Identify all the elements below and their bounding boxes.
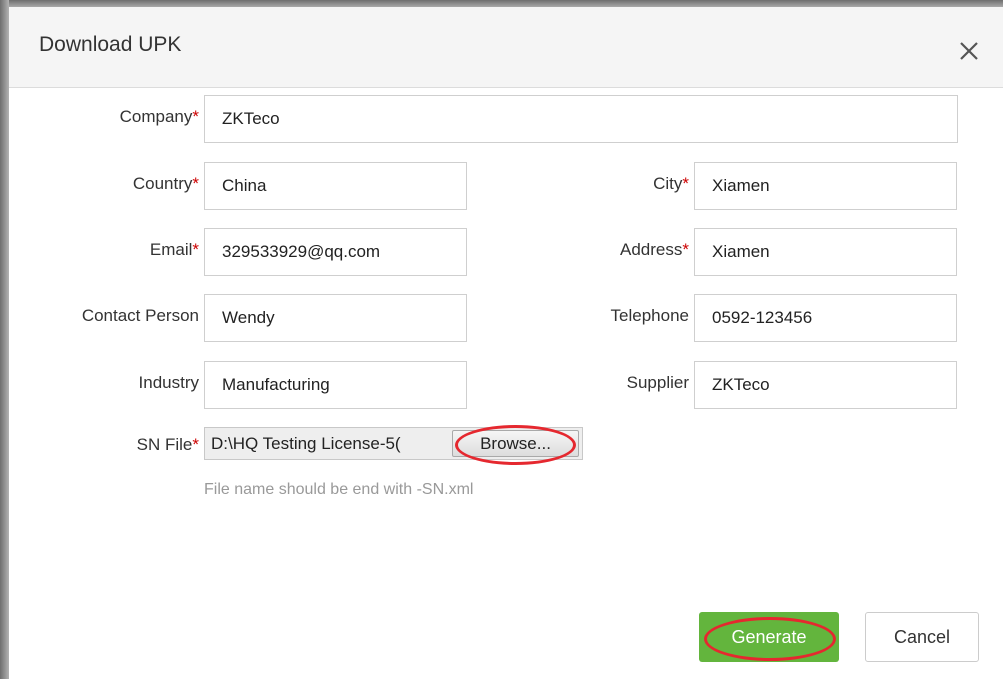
dialog-title: Download UPK [39,33,182,56]
dialog-header: Download UPK [9,7,1003,88]
contact-person-input[interactable]: Wendy [204,294,467,342]
company-label: Company* [119,107,199,126]
required-mark: * [192,240,199,259]
cancel-button[interactable]: Cancel [865,612,979,662]
sn-file-input[interactable]: D:\HQ Testing License-5( Browse... [204,427,583,460]
supplier-input[interactable]: ZKTeco [694,361,957,409]
contact-person-label: Contact Person [81,306,199,325]
window-frame-top [0,0,1003,7]
required-mark: * [192,107,199,126]
supplier-label: Supplier [626,373,689,392]
browse-button[interactable]: Browse... [452,430,579,457]
company-input[interactable]: ZKTeco [204,95,958,143]
window-frame-left [0,0,9,679]
close-button[interactable] [955,37,983,65]
email-label: Email* [149,240,199,259]
required-mark: * [682,240,689,259]
telephone-input[interactable]: 0592-123456 [694,294,957,342]
country-label: Country* [132,174,199,193]
sn-file-path: D:\HQ Testing License-5( [211,434,401,453]
required-mark: * [192,435,199,454]
industry-label: Industry [138,373,199,392]
telephone-label: Telephone [610,306,689,325]
industry-input[interactable]: Manufacturing [204,361,467,409]
address-input[interactable]: Xiamen [694,228,957,276]
sn-file-label: SN File* [136,435,199,454]
required-mark: * [682,174,689,193]
close-icon [960,42,978,60]
address-label: Address* [620,240,689,259]
city-label: City* [653,174,689,193]
required-mark: * [192,174,199,193]
sn-file-hint: File name should be end with -SN.xml [204,481,474,498]
city-input[interactable]: Xiamen [694,162,957,210]
country-input[interactable]: China [204,162,467,210]
email-input[interactable]: 329533929@qq.com [204,228,467,276]
download-upk-dialog: Download UPK Company* ZKTeco Country* Ch… [9,7,1003,679]
generate-button[interactable]: Generate [699,612,839,662]
